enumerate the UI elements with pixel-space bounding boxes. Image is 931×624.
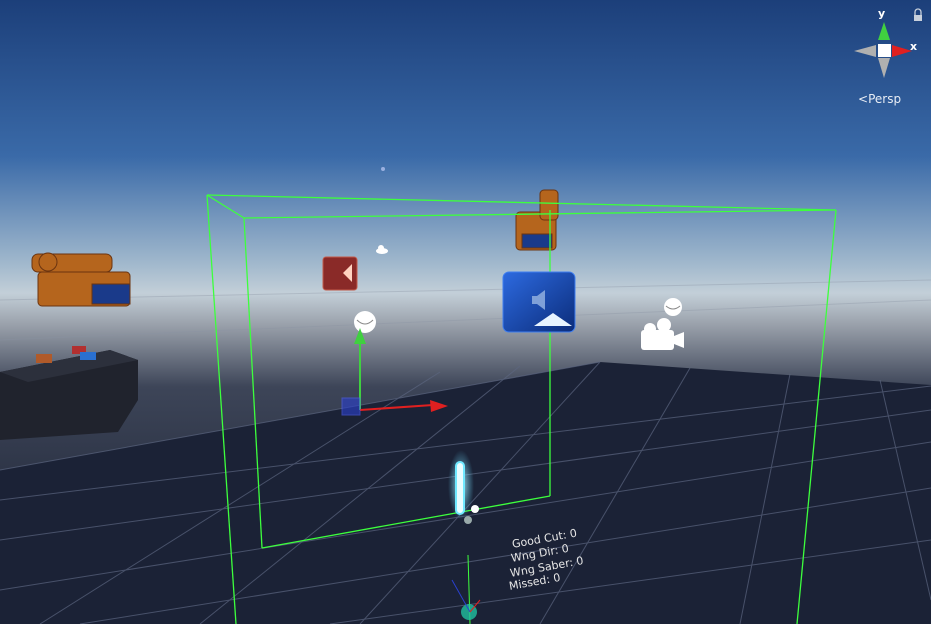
red-note-block[interactable] [322, 256, 358, 291]
axis-label-x: x [910, 40, 918, 53]
light-gizmo-icon[interactable] [354, 311, 376, 333]
scene-render[interactable] [0, 0, 931, 624]
projection-toggle[interactable]: <Persp [858, 92, 901, 106]
axis-label-y: y [878, 7, 886, 20]
blue-note-block[interactable] [502, 271, 576, 333]
light-gizmo-icon[interactable] [664, 298, 682, 316]
chevron-left-icon: < [858, 92, 869, 106]
scene-viewport[interactable]: y x <Persp Good Cut: 0 Wng Dir: 0 Wng Sa… [0, 0, 931, 624]
projection-label: Persp [868, 92, 902, 106]
